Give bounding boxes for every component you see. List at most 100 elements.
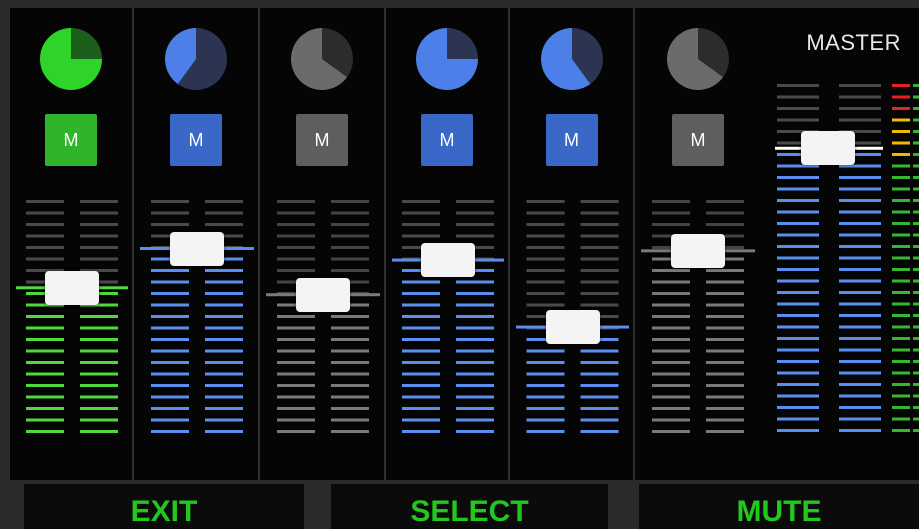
meter-segment xyxy=(652,338,690,341)
fader-cap[interactable] xyxy=(45,270,99,305)
meter-segment xyxy=(80,338,118,341)
output-meter-segment xyxy=(892,245,910,248)
meter-segment xyxy=(777,314,819,317)
meter-segment xyxy=(151,384,189,387)
meter-segment xyxy=(277,315,315,318)
output-meter-segment xyxy=(892,268,910,271)
meter-segment xyxy=(277,349,315,353)
meter-segment xyxy=(80,349,118,353)
meter-segment xyxy=(777,245,819,248)
output-meter-segment xyxy=(913,130,919,133)
meter-segment xyxy=(777,371,819,375)
meter-segment xyxy=(456,338,494,341)
meter-segment xyxy=(151,361,189,364)
meter-segment xyxy=(706,395,744,399)
meter-segment xyxy=(777,222,819,225)
meter-segment xyxy=(277,361,315,364)
meter-segment xyxy=(706,384,744,387)
fader-cap[interactable] xyxy=(170,231,224,266)
output-meter-segment xyxy=(913,348,919,352)
meter-segment xyxy=(277,234,315,238)
level-meter xyxy=(16,200,128,433)
meter-segment xyxy=(706,430,744,433)
output-meter-segment xyxy=(913,279,919,283)
output-meter-segment xyxy=(913,210,919,214)
meter-segment xyxy=(839,429,881,432)
meter-segment xyxy=(706,338,744,341)
meter-segment xyxy=(331,257,369,261)
meter-segment xyxy=(331,269,369,272)
meter-segment xyxy=(706,349,744,353)
meter-segment xyxy=(331,315,369,318)
meter-segment xyxy=(26,349,64,353)
mixer-panel: M M M M M M MASTER xyxy=(10,8,919,480)
meter-segment xyxy=(526,269,565,272)
meter-segment xyxy=(402,418,440,422)
meter-segment xyxy=(402,303,440,307)
meter-segment xyxy=(331,361,369,364)
meter-segment xyxy=(839,199,881,202)
meter-segment xyxy=(839,222,881,225)
meter-segment xyxy=(839,360,881,363)
meter-segment xyxy=(839,337,881,340)
meter-segment xyxy=(402,200,440,203)
meter-segment xyxy=(151,315,189,318)
meter-segment xyxy=(777,176,819,179)
meter-segment xyxy=(526,407,565,410)
meter-segment xyxy=(652,223,690,226)
meter-segment xyxy=(402,292,440,295)
meter-segment xyxy=(205,269,243,272)
master-fader-cap[interactable] xyxy=(801,131,855,166)
meter-segment xyxy=(205,384,243,387)
meter-segment xyxy=(839,176,881,179)
output-meter-segment xyxy=(892,107,910,110)
output-meter-segment xyxy=(892,95,910,99)
meter-segment xyxy=(205,407,243,410)
meter-segment xyxy=(777,279,819,283)
meter-segment xyxy=(402,407,440,410)
meter-segment xyxy=(277,223,315,226)
meter-segment xyxy=(205,430,243,433)
meter-segment xyxy=(151,223,189,226)
meter-segment xyxy=(151,303,189,307)
meter-segment xyxy=(839,417,881,421)
meter-segment xyxy=(26,315,64,318)
meter-segment xyxy=(839,245,881,248)
meter-segment xyxy=(652,418,690,422)
exit-button[interactable]: EXIT xyxy=(24,484,304,529)
meter-segment xyxy=(839,84,881,87)
output-meter-segment xyxy=(913,383,919,386)
meter-segment xyxy=(331,384,369,387)
meter-segment xyxy=(456,430,494,433)
fader-cap[interactable] xyxy=(296,277,350,312)
meter-segment xyxy=(652,269,690,272)
meter-segment xyxy=(839,371,881,375)
fader-cap[interactable] xyxy=(421,243,475,278)
output-meter-segment xyxy=(892,176,910,179)
meter-segment xyxy=(839,187,881,191)
meter-segment xyxy=(706,315,744,318)
meter-segment xyxy=(580,246,619,249)
output-meter-segment xyxy=(913,222,919,225)
meter-segment xyxy=(777,394,819,398)
meter-segment xyxy=(331,326,369,330)
mute-softkey[interactable]: MUTE xyxy=(639,484,919,529)
output-meter-segment xyxy=(892,164,910,168)
fader-cap[interactable] xyxy=(671,233,725,268)
meter-segment xyxy=(151,407,189,410)
meter-segment xyxy=(652,395,690,399)
meter-segment xyxy=(839,291,881,294)
select-button[interactable]: SELECT xyxy=(331,484,608,529)
output-meter-segment xyxy=(892,256,910,260)
meter-segment xyxy=(839,279,881,283)
output-meter-segment xyxy=(892,337,910,340)
meter-segment xyxy=(402,349,440,353)
channel-strip-1: M xyxy=(10,8,134,480)
meter-segment xyxy=(402,372,440,376)
meter-segment xyxy=(839,314,881,317)
output-meter-segment xyxy=(913,107,919,110)
fader-cap[interactable] xyxy=(545,310,600,345)
meter-segment xyxy=(80,315,118,318)
meter-segment xyxy=(277,395,315,399)
meter-segment xyxy=(151,211,189,215)
